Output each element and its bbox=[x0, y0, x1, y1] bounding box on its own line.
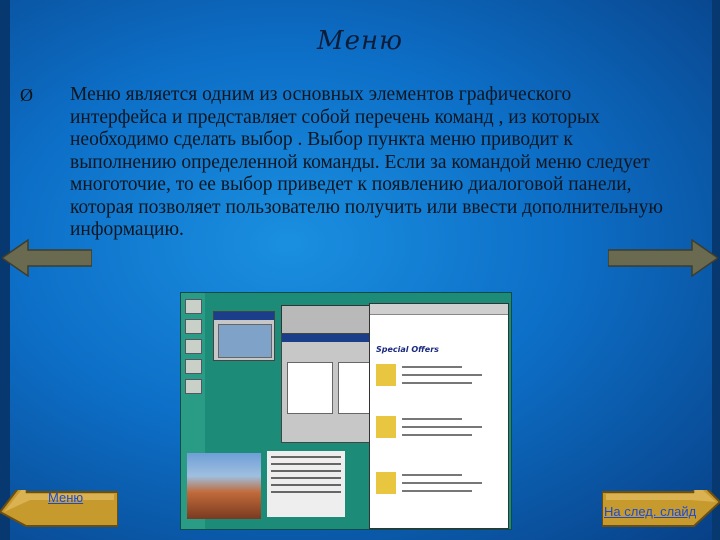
desktop-icon bbox=[185, 319, 202, 334]
gui-screenshot-image: Special Offers bbox=[180, 292, 512, 530]
offer-thumbnail bbox=[376, 364, 396, 386]
offer-thumbnail bbox=[376, 472, 396, 494]
menu-button[interactable]: Меню bbox=[0, 475, 119, 528]
next-arrow-icon[interactable] bbox=[608, 238, 718, 278]
slide-title: Меню bbox=[316, 26, 404, 56]
slide-body-text: Меню является одним из основных элементо… bbox=[70, 84, 663, 240]
desktop-icon bbox=[185, 299, 202, 314]
previous-arrow-icon[interactable] bbox=[2, 238, 92, 278]
offer-thumbnail bbox=[376, 416, 396, 438]
small-window bbox=[213, 311, 275, 361]
special-offers-window: Special Offers bbox=[369, 303, 509, 529]
special-offers-title: Special Offers bbox=[376, 345, 439, 354]
landscape-photo bbox=[187, 453, 261, 519]
desktop-icon bbox=[185, 339, 202, 354]
desktop-icon bbox=[185, 359, 202, 374]
next-slide-button[interactable]: На след. слайд bbox=[601, 473, 720, 528]
next-slide-button-label[interactable]: На след. слайд bbox=[604, 504, 696, 519]
bullet-marker: Ø bbox=[20, 85, 33, 105]
menu-button-label[interactable]: Меню bbox=[48, 490, 83, 505]
text-block bbox=[267, 451, 345, 517]
desktop-icon bbox=[185, 379, 202, 394]
